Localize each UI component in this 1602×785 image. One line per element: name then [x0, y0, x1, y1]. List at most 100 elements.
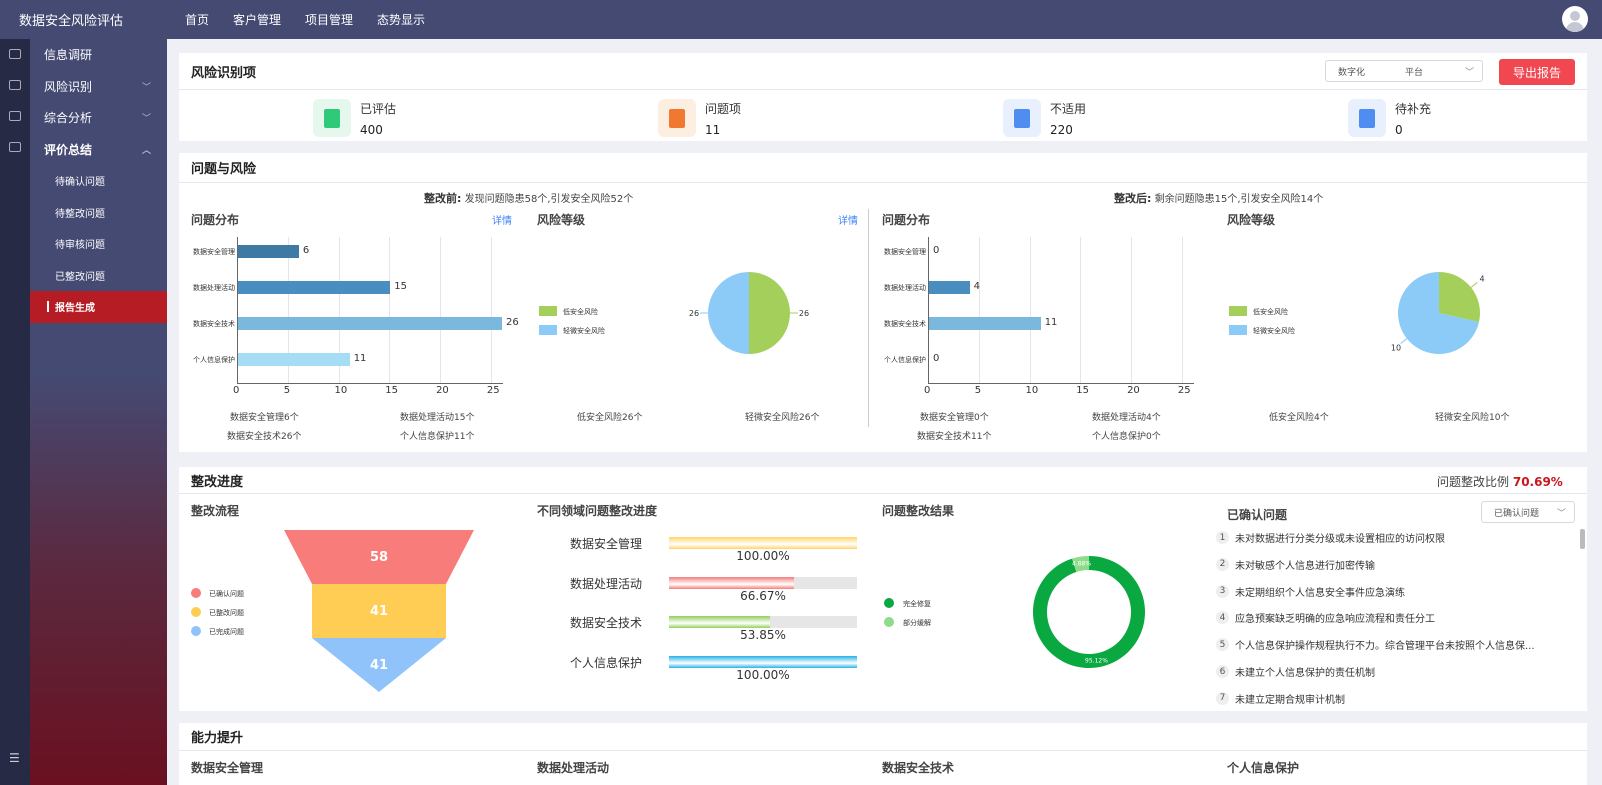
donut-value-label: 4.88%	[1072, 561, 1091, 568]
list-item[interactable]: 1 未对数据进行分类分级或未设置相应的访问权限	[1216, 530, 1561, 545]
bar[interactable]	[929, 281, 970, 294]
confirmed-filter-select[interactable]: 已确认问题 ﹀	[1481, 501, 1575, 523]
stat-2: 不适用 220	[1003, 99, 1086, 137]
pie-leader	[1470, 282, 1478, 288]
stat-label: 已评估	[360, 101, 397, 116]
list-item-text: 个人信息保护操作规程执行不力。综合管理平台未按照个人信息保...	[1235, 641, 1535, 653]
progress-track	[669, 537, 857, 549]
avatar[interactable]	[1562, 6, 1588, 32]
list-item-number: 4	[1216, 611, 1229, 625]
sidebar-item-analysis[interactable]: 综合分析 ﹀	[30, 102, 167, 134]
nav-home[interactable]: 首页	[185, 11, 209, 28]
legend-low: 低安全风险	[563, 308, 598, 316]
sidebar-item-survey[interactable]: 信息调研	[30, 39, 167, 71]
summary-after-4: 个人信息保护0个	[1092, 432, 1161, 442]
sidebar-sub-pending-confirm[interactable]: 待确认问题	[30, 165, 167, 197]
section-title: 问题与风险	[179, 153, 1587, 183]
ability-card: 能力提升 数据安全管理 数据处理活动 数据安全技术 个人信息保护	[179, 723, 1587, 785]
list-scrollbar[interactable]	[1580, 529, 1585, 549]
y-tick-label: 数据安全技术	[193, 320, 235, 328]
analysis-icon[interactable]	[9, 111, 21, 121]
sidebar-sub-pending-review[interactable]: 待审核问题	[30, 228, 167, 260]
bar[interactable]	[238, 317, 502, 330]
stat-1: 问题项 11	[658, 99, 741, 137]
sidebar-item-risk[interactable]: 风险识别 ﹀	[30, 71, 167, 103]
gridline	[978, 237, 980, 383]
summary-before-2: 数据处理活动15个	[400, 413, 475, 423]
list-item-text: 未对数据进行分类分级或未设置相应的访问权限	[1235, 534, 1445, 545]
legend-dot	[191, 626, 201, 636]
legend-dot	[884, 598, 894, 608]
top-bar: 数据安全风险评估 首页 客户管理 项目管理 态势显示	[0, 0, 1602, 39]
scope-select[interactable]: 数字化 平台 ﹀	[1325, 60, 1483, 82]
section-title: 整改进度	[179, 467, 1587, 494]
risk-icon[interactable]	[9, 80, 21, 90]
stat-0: 已评估 400	[313, 99, 396, 137]
progress-fill	[669, 576, 795, 589]
after-caption: 整改后: 剩余问题隐患15个,引发安全风险14个	[1114, 190, 1323, 206]
list-item[interactable]: 2 未对敏感个人信息进行加密传输	[1216, 557, 1561, 572]
summary-before-4: 个人信息保护11个	[400, 432, 475, 442]
bar[interactable]	[238, 245, 299, 258]
progress-track	[669, 576, 857, 589]
list-item[interactable]: 4 应急预案缺乏明确的应急响应流程和责任分工	[1216, 610, 1561, 625]
progress-label: 个人信息保护	[570, 655, 643, 670]
risk-summary-before-2: 轻微安全风险26个	[745, 413, 820, 423]
after-text: 剩余问题隐患15个,引发安全风险14个	[1154, 194, 1324, 205]
risk-identification-card: 风险识别项 数字化 平台 ﹀ 导出报告 已评估 400 问题项 11 不适用 220 待补充…	[179, 53, 1587, 141]
detail-link-risk[interactable]: 详情	[838, 212, 858, 227]
bar-value-label: 4	[973, 281, 980, 292]
sidebar-sub-rectified[interactable]: 已整改问题	[30, 260, 167, 292]
bar-value-label: 11	[353, 353, 367, 364]
bar[interactable]	[238, 353, 350, 366]
x-tick-label: 0	[233, 385, 240, 396]
bar[interactable]	[238, 281, 391, 294]
gridline	[440, 237, 442, 383]
donut-slice[interactable]	[1033, 556, 1145, 668]
rectify-progress-card: 整改进度 问题整改比例 70.69% 整改流程 不同领域问题整改进度 问题整改结…	[179, 467, 1587, 711]
y-tick-label: 个人信息保护	[884, 356, 926, 364]
gridline	[389, 237, 391, 383]
y-tick-label: 数据处理活动	[884, 284, 926, 292]
sidebar-sub-report[interactable]: 报告生成	[30, 291, 167, 323]
select-value: 数字化	[1338, 67, 1366, 78]
chevron-down-icon: ﹀	[141, 114, 151, 125]
bar[interactable]	[929, 317, 1041, 330]
export-report-button[interactable]: 导出报告	[1499, 59, 1575, 85]
list-item[interactable]: 5 个人信息保护操作规程执行不力。综合管理平台未按照个人信息保...	[1216, 637, 1561, 652]
stat-text: 待补充 0	[1395, 100, 1431, 137]
nav-situation[interactable]: 态势显示	[377, 11, 425, 28]
progress-track	[669, 655, 857, 668]
sidebar-item-label: 评价总结	[44, 142, 93, 157]
nav-customers[interactable]: 客户管理	[233, 11, 281, 28]
progress-percent: 66.67%	[740, 588, 786, 603]
progress-track	[669, 616, 857, 628]
icon-rail: ☰	[0, 39, 30, 785]
main-content: 风险识别项 数字化 平台 ﹀ 导出报告 已评估 400 问题项 11 不适用 220 待补充…	[167, 39, 1602, 785]
sidebar-item-summary[interactable]: 评价总结 ︿	[30, 134, 167, 166]
progress-fill	[669, 616, 771, 628]
summary-after-1: 数据安全管理0个	[920, 413, 989, 423]
bar-value-label: 15	[394, 281, 408, 292]
stat-value: 0	[1395, 122, 1403, 137]
nav-projects[interactable]: 项目管理	[305, 11, 353, 28]
pie-slice[interactable]	[708, 272, 749, 354]
collapse-menu-icon[interactable]: ☰	[9, 751, 20, 765]
list-item[interactable]: 3 未定期组织个人信息安全事件应急演练	[1216, 584, 1561, 599]
stat-text: 问题项 11	[705, 100, 741, 137]
not-applicable-icon	[1003, 99, 1041, 137]
bar-value-label: 6	[302, 245, 310, 256]
progress-title: 不同领域问题整改进度	[537, 504, 658, 518]
sidebar-sub-pending-rectify[interactable]: 待整改问题	[30, 197, 167, 229]
funnel-value-label: 58	[370, 550, 388, 565]
summary-icon[interactable]	[9, 142, 21, 152]
list-item[interactable]: 6 未建立个人信息保护的责任机制	[1216, 664, 1561, 679]
list-item[interactable]: 7 未建立定期合规审计机制	[1216, 691, 1561, 706]
detail-link-dist[interactable]: 详情	[492, 212, 512, 227]
survey-icon[interactable]	[9, 49, 21, 59]
sidebar-item-label: 风险识别	[44, 79, 93, 94]
x-tick-label: 0	[924, 385, 931, 396]
legend-swatch-low	[539, 306, 557, 316]
pie-slice[interactable]	[749, 272, 790, 354]
legend-minor: 轻微安全风险	[563, 327, 605, 335]
